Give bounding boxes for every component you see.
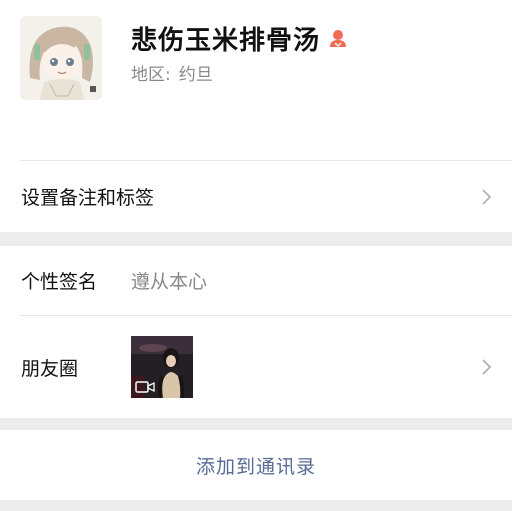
remark-tags-row[interactable]: 设置备注和标签	[0, 161, 512, 232]
moments-row[interactable]: 朋友圈	[0, 316, 512, 418]
region: 地区: 约旦	[131, 60, 213, 85]
female-icon	[330, 30, 347, 47]
moments-label: 朋友圈	[21, 357, 79, 380]
signature-row: 个性签名 遵从本心	[0, 246, 512, 315]
remark-tags-label: 设置备注和标签	[21, 187, 155, 209]
add-contact-section: 添加到通讯录	[0, 430, 512, 500]
add-to-contacts-button[interactable]: 添加到通讯录	[196, 452, 316, 479]
profile-card: 悲伤玉米排骨汤 地区: 约旦 设置备注和标签	[0, 0, 512, 232]
signature-label: 个性签名	[21, 271, 98, 293]
moments-thumbnail[interactable]	[131, 336, 193, 398]
chevron-right-icon	[482, 188, 492, 205]
chevron-right-icon	[482, 359, 492, 375]
info-section: 个性签名 遵从本心 朋友圈	[0, 246, 512, 418]
profile-name: 悲伤玉米排骨汤	[131, 25, 321, 56]
avatar[interactable]	[20, 16, 102, 100]
signature-value: 遵从本心	[131, 271, 208, 293]
region-label: 地区:	[131, 65, 171, 85]
video-icon	[135, 381, 155, 393]
name-row: 悲伤玉米排骨汤	[131, 20, 348, 56]
region-value: 约旦	[178, 65, 213, 85]
